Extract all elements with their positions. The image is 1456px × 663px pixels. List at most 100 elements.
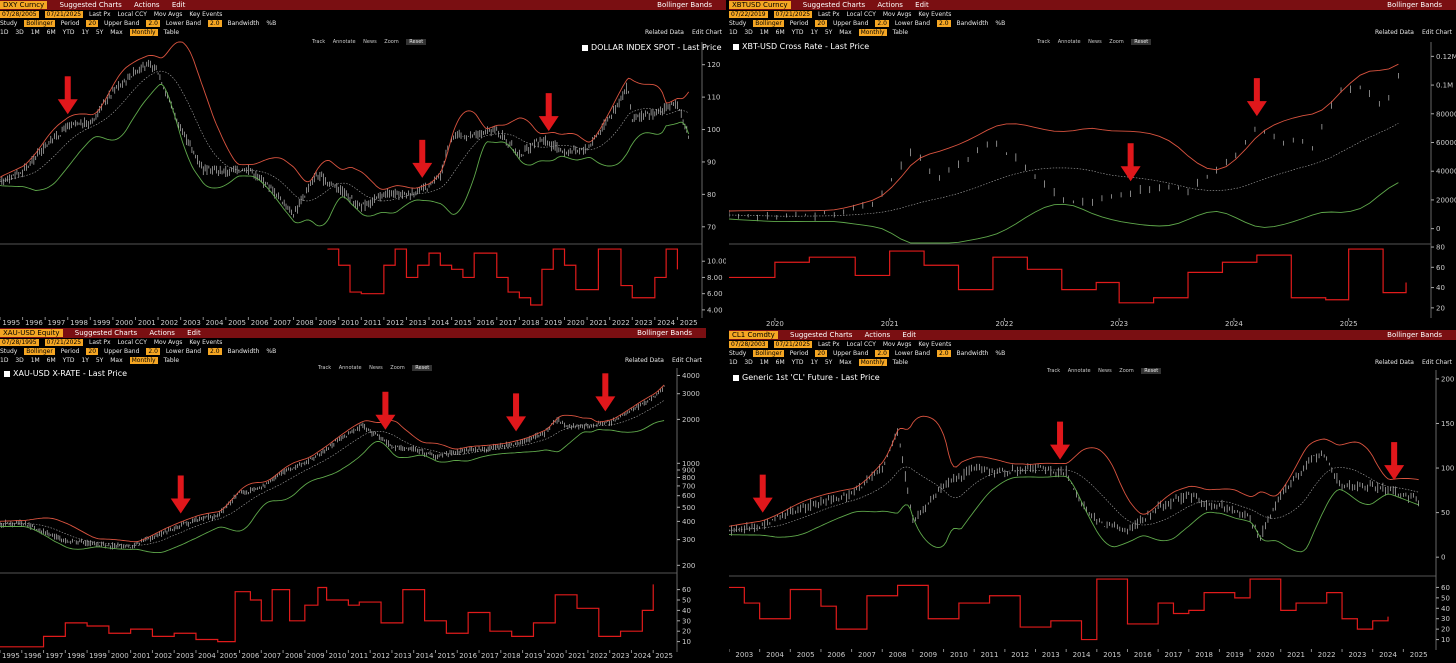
lower-bollinger-band	[729, 475, 1419, 553]
y-tick-label: 0.12M	[1436, 53, 1456, 61]
x-tick-label: 2005	[228, 319, 246, 327]
bw-y-tick-label: 20	[1441, 626, 1450, 634]
red-arrow-annotation	[752, 474, 773, 513]
y-tick-label: 110	[707, 94, 720, 102]
bw-y-tick-label: 80	[1436, 244, 1445, 252]
arrow-head	[1050, 444, 1071, 460]
y-tick-label: 100	[707, 126, 720, 134]
upper-bollinger-band	[0, 41, 690, 190]
x-tick-label: 2022	[612, 319, 630, 327]
red-arrow-annotation	[1120, 143, 1141, 182]
bandwidth-line	[729, 578, 1389, 641]
x-tick-label: 2011	[981, 651, 999, 659]
x-tick-label: 2011	[350, 652, 368, 660]
x-tick-label: 2017	[1165, 651, 1183, 659]
x-tick-label: 1998	[67, 652, 85, 660]
arrow-shaft	[1127, 143, 1134, 168]
x-tick-label: 1996	[24, 652, 42, 660]
lower-bollinger-band	[0, 84, 690, 227]
x-tick-label: 2020	[1256, 651, 1274, 659]
arrow-head	[412, 162, 433, 178]
x-tick-label: 2024	[633, 652, 651, 660]
x-tick-label: 2020	[546, 652, 564, 660]
x-tick-label: 2007	[858, 651, 876, 659]
y-tick-label: 1000	[682, 460, 700, 468]
middle-band	[0, 399, 665, 546]
price-candles	[0, 385, 665, 550]
red-arrow-annotation	[57, 76, 78, 115]
y-tick-label: 80000	[1436, 110, 1456, 118]
bw-y-tick-label: 6.00	[707, 290, 723, 298]
bw-y-tick-label: 10	[682, 638, 691, 646]
x-tick-label: 2009	[919, 651, 937, 659]
y-tick-label: 120	[707, 61, 720, 69]
chart-svg[interactable]: 2003004005006007008009001000200030004000…	[0, 328, 706, 663]
bw-y-tick-label: 60	[682, 586, 691, 594]
x-tick-label: 1997	[46, 652, 64, 660]
lower-bollinger-band	[0, 420, 665, 554]
arrow-head	[538, 116, 559, 132]
x-tick-label: 2011	[364, 319, 382, 327]
chart-svg[interactable]: 70 80 90 100 110 120 4.00 6.00 8.00 10.00 1995 1996…	[0, 0, 726, 328]
x-tick-label: 2024	[1225, 320, 1243, 328]
bw-y-tick-label: 10.00	[707, 258, 726, 266]
red-arrow-annotation	[170, 475, 191, 514]
x-tick-label: 2006	[241, 652, 259, 660]
x-tick-label: 2001	[138, 319, 156, 327]
x-tick-label: 2020	[567, 319, 585, 327]
bw-y-tick-label: 60	[1436, 264, 1445, 272]
x-tick-label: 2012	[372, 652, 390, 660]
y-tick-label: 0.1M	[1436, 82, 1453, 90]
x-tick-label: 2016	[1134, 651, 1152, 659]
x-tick-label: 2015	[1103, 651, 1121, 659]
x-tick-label: 2012	[1011, 651, 1029, 659]
arrow-head	[57, 99, 78, 115]
x-tick-label: 2018	[1195, 651, 1213, 659]
y-tick-label: 80	[707, 191, 716, 199]
x-tick-label: 2004	[206, 319, 224, 327]
bw-y-tick-label: 30	[1441, 615, 1450, 623]
x-tick-label: 2005	[220, 652, 238, 660]
arrow-shaft	[1253, 78, 1260, 103]
red-arrow-annotation	[375, 391, 396, 430]
x-tick-label: 2012	[386, 319, 404, 327]
panel-xau: XAU-USD Equity Suggested Charts Actions …	[0, 328, 706, 663]
arrow-shaft	[419, 139, 426, 164]
x-tick-label: 2014	[416, 652, 434, 660]
x-tick-label: 2025	[655, 652, 673, 660]
y-tick-label: 400	[682, 518, 695, 526]
chart-svg[interactable]: 0 20000 40000 60000 80000 0.1M 0.12M 20 40 60 80 20…	[729, 0, 1456, 328]
y-tick-label: 4000	[682, 372, 700, 380]
x-tick-label: 2021	[1287, 651, 1305, 659]
lower-bollinger-band	[729, 182, 1399, 244]
bw-y-tick-label: 20	[1436, 304, 1445, 312]
x-tick-label: 2024	[657, 319, 675, 327]
arrow-head	[506, 416, 527, 432]
x-tick-label: 2010	[329, 652, 347, 660]
x-tick-label: 2025	[1340, 320, 1358, 328]
x-tick-label: 2015	[454, 319, 472, 327]
chart-svg[interactable]: 0 50 100 150 200 10 20 30 40 50 60 2003 2004 2005 2006…	[729, 330, 1456, 663]
bw-y-tick-label: 8.00	[707, 274, 723, 282]
x-tick-label: 2020	[766, 320, 784, 328]
x-tick-label: 2008	[285, 652, 303, 660]
red-arrow-annotation	[1384, 442, 1405, 481]
y-tick-label: 300	[682, 536, 695, 544]
arrow-shaft	[545, 93, 552, 118]
x-tick-label: 2023	[612, 652, 630, 660]
bw-y-tick-label: 50	[682, 597, 691, 605]
red-arrow-annotation	[595, 373, 616, 412]
x-tick-label: 1999	[93, 319, 111, 327]
x-tick-label: 1995	[2, 652, 20, 660]
x-tick-label: 2019	[525, 652, 543, 660]
y-tick-label: 90	[707, 158, 716, 166]
x-tick-label: 2024	[1379, 651, 1397, 659]
x-tick-label: 2023	[1110, 320, 1128, 328]
x-tick-label: 2009	[307, 652, 325, 660]
x-tick-label: 2022	[1318, 651, 1336, 659]
y-tick-label: 0	[1436, 225, 1440, 233]
y-tick-label: 60000	[1436, 139, 1456, 147]
y-tick-label: 200	[1441, 375, 1454, 383]
x-tick-label: 2013	[394, 652, 412, 660]
panel-xbt: XBTUSD Curncy Suggested Charts Actions E…	[729, 0, 1456, 328]
